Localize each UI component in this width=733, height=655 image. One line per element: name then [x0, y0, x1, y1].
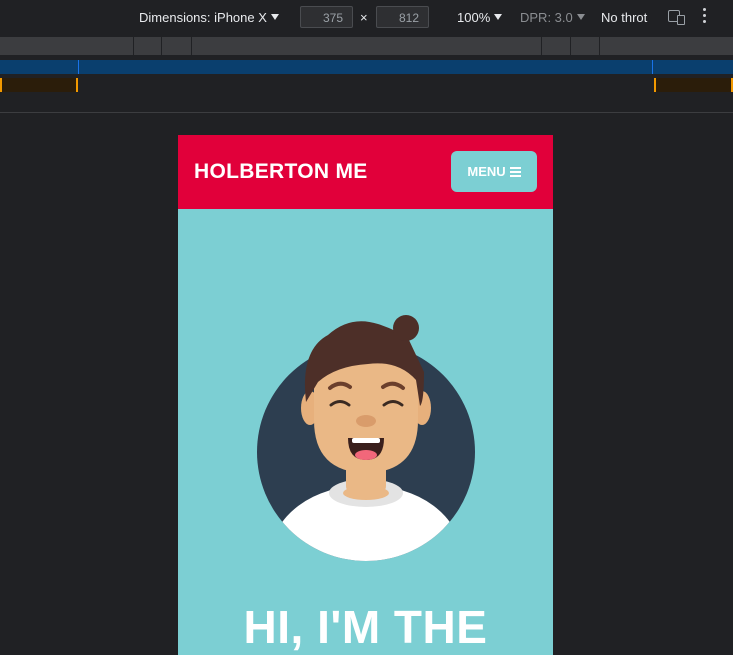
media-query-edge: [76, 78, 78, 92]
media-query-segment[interactable]: [134, 37, 162, 55]
more-options-icon[interactable]: [703, 8, 707, 26]
device-toolbar: Dimensions: iPhone X 375 × 812 100% DPR:…: [0, 0, 733, 36]
times-sign: ×: [360, 10, 368, 25]
chevron-down-icon: [494, 14, 503, 20]
media-query-segment[interactable]: [0, 37, 134, 55]
media-query-segment[interactable]: [0, 78, 78, 92]
media-query-segment[interactable]: [571, 37, 600, 55]
avatar-nose: [356, 415, 376, 427]
media-query-segment[interactable]: [162, 37, 192, 55]
hamburger-icon: [509, 165, 521, 179]
width-input[interactable]: 375: [300, 6, 353, 28]
ruler-divider: [0, 112, 733, 113]
media-query-bar-minmax[interactable]: [0, 60, 733, 74]
avatar-teeth: [352, 438, 380, 443]
device-viewport[interactable]: HOLBERTON ME MENU HI, I'M THE: [178, 135, 553, 655]
media-query-segment[interactable]: [192, 37, 542, 55]
avatar-neck-base: [343, 486, 389, 500]
zoom-dropdown[interactable]: 100%: [457, 10, 503, 25]
zoom-label: 100%: [457, 10, 491, 25]
menu-label: MENU: [467, 164, 506, 179]
dimensions-label: Dimensions: iPhone X: [139, 10, 267, 25]
rotate-icon[interactable]: [668, 10, 685, 25]
media-query-segment[interactable]: [542, 37, 571, 55]
media-query-bar-min: [0, 78, 733, 92]
media-query-tick: [78, 60, 79, 74]
dpr-dropdown[interactable]: DPR: 3.0: [520, 10, 585, 25]
hero-title: HI, I'M THE: [243, 601, 488, 653]
media-query-segment[interactable]: [654, 78, 733, 92]
media-query-edge: [654, 78, 656, 92]
media-query-segment[interactable]: [600, 37, 733, 55]
chevron-down-icon: [270, 14, 279, 20]
media-query-edge: [0, 78, 2, 92]
avatar-hair-bun: [393, 315, 419, 341]
media-query-bar-max: [0, 37, 733, 55]
throttle-dropdown[interactable]: No throt: [601, 10, 653, 25]
site-header: HOLBERTON ME MENU: [178, 135, 553, 209]
avatar: [248, 310, 482, 570]
height-input[interactable]: 812: [376, 6, 429, 28]
dimensions-dropdown[interactable]: Dimensions: iPhone X: [139, 10, 279, 25]
brand-logo-text[interactable]: HOLBERTON ME: [194, 160, 368, 184]
dpr-label: DPR: 3.0: [520, 10, 573, 25]
avatar-illustration: [257, 315, 475, 561]
media-query-tick: [652, 60, 653, 74]
chevron-down-icon: [576, 14, 585, 20]
menu-button[interactable]: MENU: [451, 151, 537, 192]
avatar-tongue: [355, 450, 377, 460]
throttle-label: No throt: [601, 10, 648, 25]
